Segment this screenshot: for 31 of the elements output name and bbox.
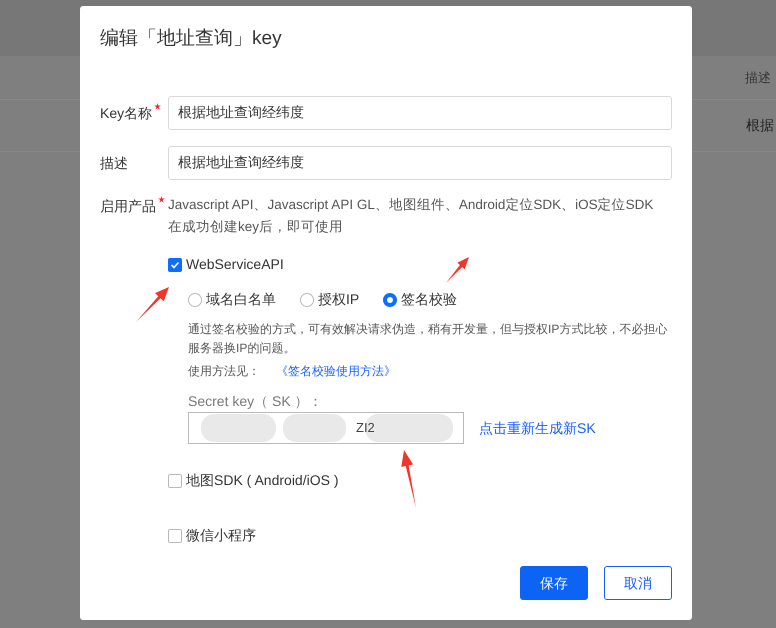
input-field[interactable]: 根据地址查询经纬度: [168, 146, 672, 180]
arrow-annotation: [136, 287, 169, 322]
dialog-title: 编辑「地址查询」key: [100, 27, 283, 51]
field-label: 描述: [100, 154, 128, 170]
description-text: 通过签名校验的方式，可有效解决请求伪造，稍有开发量，但与授权IP方式比较，不必担心: [188, 321, 668, 338]
description-text: Javascript API、Javascript API GL、地图组件、Android定位SDK、iOS定位SDK: [168, 196, 654, 214]
checkbox-option[interactable]: WebServiceAPI: [168, 254, 672, 275]
usage-label: 使用方法见：: [188, 363, 260, 380]
description-text: 在成功创建key后，即可使用: [168, 218, 344, 236]
radio-option[interactable]: 签名校验: [383, 289, 458, 310]
radio-option[interactable]: 域名白名单: [188, 289, 276, 310]
field-value: ZI2: [356, 419, 375, 438]
field-label: Key名称: [100, 104, 152, 120]
description-text: 服务器换IP的问题。: [188, 340, 296, 357]
arrow-annotation: [446, 257, 469, 283]
checkbox-option[interactable]: 微信小程序: [168, 525, 672, 546]
secret-key-label: Secret key（ SK ）：: [188, 392, 324, 411]
cancel-button[interactable]: 取消: [604, 566, 672, 600]
redaction-blur: [283, 414, 346, 442]
table-cell-text: 根据: [746, 116, 774, 135]
radio-option[interactable]: 授权IP: [300, 289, 360, 310]
checkmark-icon: [170, 260, 180, 270]
field-label: 启用产品: [100, 198, 156, 214]
checkbox-option[interactable]: 地图SDK ( Android/iOS ): [168, 470, 672, 491]
regenerate-link[interactable]: 点击重新生成新SK: [479, 418, 596, 438]
input-field[interactable]: 根据地址查询经纬度: [168, 96, 672, 130]
arrow-annotation: [401, 450, 416, 508]
save-button[interactable]: 保存: [520, 566, 588, 600]
input-field[interactable]: ZI2: [188, 412, 464, 444]
column-header: 描述: [745, 68, 771, 87]
usage-link[interactable]: 《签名校验使用方法》: [276, 362, 396, 381]
